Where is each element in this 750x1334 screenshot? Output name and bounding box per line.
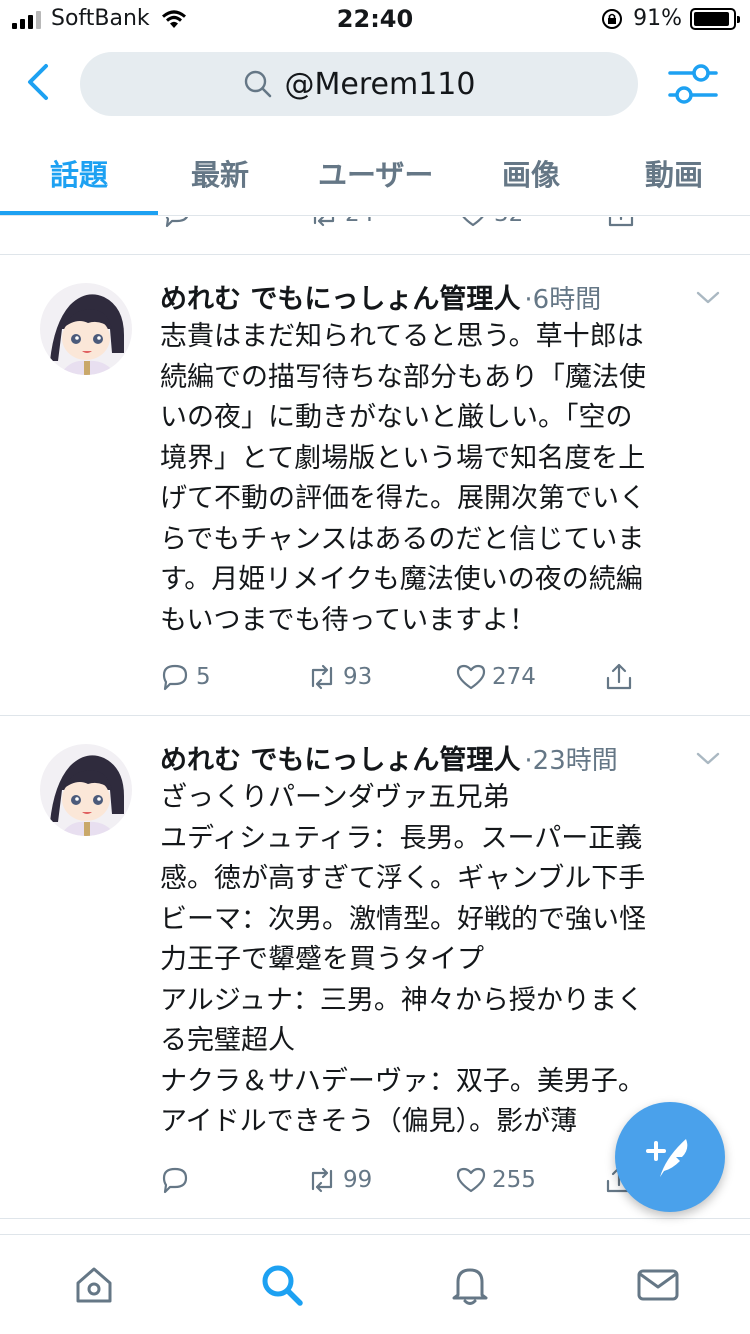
like-count: 32: [494, 217, 523, 227]
status-bar: SoftBank 22:40 91%: [0, 0, 750, 40]
author-name[interactable]: めれむ でもにっしょん管理人: [160, 277, 520, 316]
tab-latest[interactable]: 最新: [191, 152, 249, 194]
battery-icon: [690, 7, 740, 30]
like-button[interactable]: 255: [454, 1163, 536, 1197]
retweet-count: 24: [345, 217, 374, 227]
search-tabs: 話題 最新 ユーザー 画像 動画: [0, 138, 750, 216]
tweet-line: アルジュナ：三男。神々から授かりまく: [160, 984, 644, 1016]
retweet-button[interactable]: 99: [305, 1163, 372, 1197]
tweet-text: ざっくりパーンダヴァ五兄弟 ユディシュティラ：長男。スーパー正義 感。徳が高すぎ…: [160, 778, 720, 1143]
chevron-down-icon[interactable]: [694, 748, 722, 768]
share-button[interactable]: [604, 217, 642, 231]
tweet-line: いの夜」に動きがないと厳しい。「空の: [160, 402, 633, 433]
tweet-line: ユディシュティラ：長男。スーパー正義: [160, 822, 643, 854]
tweet[interactable]: めれむ でもにっしょん管理人 ·6時間 志貴はまだ知られてると思う。草十郎は 続…: [0, 255, 750, 715]
tweet-header: めれむ でもにっしょん管理人 ·6時間: [160, 277, 601, 316]
search-query: @Merem110: [284, 66, 476, 102]
share-button[interactable]: [602, 660, 640, 694]
like-button[interactable]: 274: [454, 660, 536, 694]
compose-tweet-button[interactable]: [615, 1102, 725, 1212]
retweet-button[interactable]: 24: [307, 217, 374, 231]
retweet-button[interactable]: 93: [305, 660, 372, 694]
tweet-line: 力王子で顰蹙を買うタイプ: [160, 944, 484, 975]
reply-button[interactable]: [158, 1163, 196, 1197]
tweet-text: 志貴はまだ知られてると思う。草十郎は 続編での描写待ちな部分もあり「魔法使 いの…: [160, 317, 720, 641]
battery-percent: 91%: [633, 6, 682, 31]
tweet-line: ナクラ＆サハデーヴァ：双子。美男子。: [160, 1065, 645, 1097]
reply-button[interactable]: 5: [158, 660, 211, 694]
notifications-icon[interactable]: [448, 1263, 492, 1307]
search-icon[interactable]: [260, 1263, 304, 1307]
compose-feather-icon: [646, 1139, 688, 1177]
tweet-feed[interactable]: 24 32 めれむ でもにっしょん管理人 ·6時間: [0, 217, 750, 1233]
tab-topics[interactable]: 話題: [50, 152, 108, 194]
retweet-count: 93: [343, 664, 373, 690]
tab-users[interactable]: ユーザー: [318, 152, 433, 194]
divider: [0, 1218, 750, 1219]
avatar[interactable]: [40, 744, 132, 836]
home-icon[interactable]: [72, 1263, 116, 1307]
partial-tweet-actions: 24 32: [0, 217, 750, 243]
search-input[interactable]: @Merem110: [80, 52, 638, 116]
tweet-time: ·6時間: [524, 285, 602, 315]
tweet-line: 感。徳が高すぎて浮く。ギャンブル下手: [160, 863, 646, 894]
tweet-line: 志貴はまだ知られてると思う。草十郎は: [160, 321, 644, 352]
like-button[interactable]: 32: [456, 217, 523, 231]
tweet-line: ざっくりパーンダヴァ五兄弟: [160, 782, 510, 813]
tweet-line: げて不動の評価を得た。展開次第でいく: [160, 483, 646, 514]
like-count: 274: [492, 664, 536, 690]
tweet-line: ビーマ：次男。激情型。好戦的で強い怪: [160, 903, 646, 935]
bottom-tab-bar: [0, 1234, 750, 1334]
tweet-line: 続編での描写待ちな部分もあり「魔法使: [160, 361, 646, 393]
tweet-line: る完璧超人: [160, 1025, 295, 1056]
tweet-line: らでもチャンスはあるのだと信じていま: [160, 523, 645, 555]
rotation-lock-icon: [602, 8, 623, 29]
search-header: @Merem110: [0, 44, 750, 132]
tab-videos[interactable]: 動画: [645, 152, 703, 194]
search-icon: [244, 70, 271, 98]
reply-button[interactable]: [160, 217, 198, 231]
chevron-down-icon[interactable]: [694, 287, 722, 307]
author-name[interactable]: めれむ でもにっしょん管理人: [160, 738, 520, 777]
retweet-count: 99: [343, 1167, 373, 1193]
tweet-time: ·23時間: [524, 746, 618, 776]
like-count: 255: [492, 1167, 536, 1193]
filter-icon[interactable]: [668, 62, 718, 106]
reply-count: 5: [196, 664, 211, 690]
active-tab-indicator: [0, 211, 158, 215]
back-icon[interactable]: [22, 62, 58, 102]
tweet-line: もいつまでも待っていますよ！: [160, 604, 537, 636]
messages-icon[interactable]: [636, 1263, 680, 1307]
tweet-actions: 5 93 274: [158, 660, 718, 700]
tweet-header: めれむ でもにっしょん管理人 ·23時間: [160, 738, 618, 777]
tweet-line: す。月姫リメイクも魔法使いの夜の続編: [160, 564, 643, 595]
tweet-line: 境界」とて劇場版という場で知名度を上: [160, 442, 646, 474]
avatar[interactable]: [40, 283, 132, 375]
tab-images[interactable]: 画像: [502, 152, 560, 194]
